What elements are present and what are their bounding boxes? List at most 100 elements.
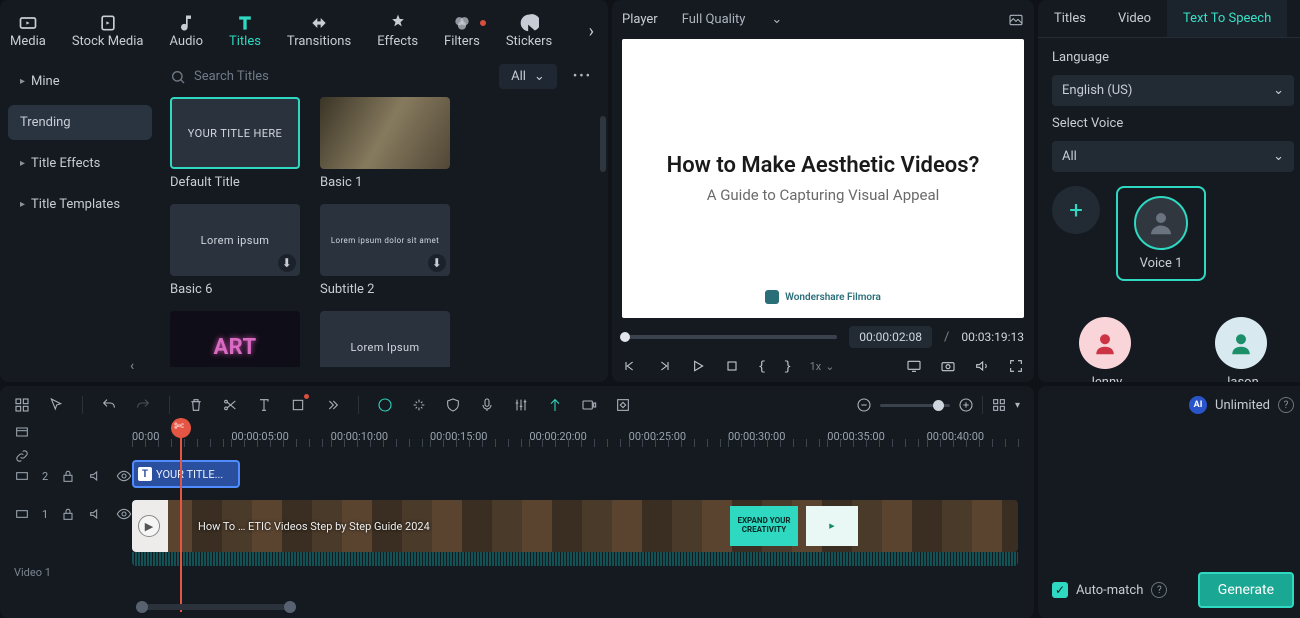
marker-icon[interactable] — [547, 397, 563, 413]
more-tools-icon[interactable] — [324, 397, 340, 413]
voice-item-jason[interactable]: Jason — [1188, 317, 1294, 382]
tab-insp-titles[interactable]: Titles — [1038, 0, 1102, 37]
title-card-basic1[interactable]: Basic 1 — [320, 97, 450, 190]
crop-icon[interactable] — [290, 397, 306, 413]
display-icon[interactable] — [906, 358, 922, 374]
language-dropdown[interactable]: English (US)⌄ — [1052, 75, 1294, 106]
title-card-basic6[interactable]: Lorem ipsum⬇ Basic 6 — [170, 204, 300, 297]
tab-audio[interactable]: Audio — [170, 14, 203, 49]
zoom-slider[interactable] — [880, 404, 950, 407]
tab-insp-video[interactable]: Video — [1102, 0, 1167, 37]
title-card-subtitle2[interactable]: Lorem ipsum dolor sit amet⬇ Subtitle 2 — [320, 204, 450, 297]
add-voice-button[interactable]: + — [1052, 186, 1100, 234]
volume-icon[interactable] — [974, 358, 990, 374]
title-card-default[interactable]: YOUR TITLE HERE Default Title — [170, 97, 300, 190]
track-type-icon[interactable] — [14, 468, 30, 484]
camera-icon[interactable] — [940, 358, 956, 374]
tab-insp-tts[interactable]: Text To Speech — [1167, 0, 1287, 37]
automatch-checkbox[interactable]: ✓ Auto-match ? — [1052, 582, 1167, 598]
tab-stock-media[interactable]: Stock Media — [72, 14, 144, 49]
zoom-out-icon[interactable] — [856, 397, 872, 413]
mic-icon[interactable] — [479, 397, 495, 413]
search-input[interactable]: Search Titles — [170, 69, 489, 85]
sidebar-item-title-effects[interactable]: ▸Title Effects — [8, 146, 152, 181]
sidebar-item-title-templates[interactable]: ▸Title Templates — [8, 187, 152, 222]
tab-transitions-label: Transitions — [287, 34, 351, 49]
tab-titles[interactable]: Titles — [229, 14, 261, 49]
mark-out-icon[interactable]: } — [784, 359, 792, 374]
sparkle-icon[interactable] — [411, 397, 427, 413]
speed-dropdown[interactable]: 1x ⌄ — [810, 360, 835, 373]
generate-button[interactable]: Generate — [1198, 572, 1294, 608]
title-card-art[interactable]: ART — [170, 311, 300, 367]
timeline-ruler[interactable]: 00:00 00:00:05:00 00:00:10:00 00:00:15:0… — [132, 422, 1026, 450]
filter-dropdown[interactable]: All⌄ — [499, 64, 557, 89]
render-icon[interactable] — [581, 397, 597, 413]
avatar-icon — [1134, 196, 1188, 250]
tab-stickers[interactable]: Stickers — [506, 14, 552, 49]
collapse-sidebar-icon[interactable]: ‹ — [130, 358, 134, 374]
lock-icon[interactable] — [60, 468, 76, 484]
pointer-icon[interactable] — [48, 397, 64, 413]
titles-grid: YOUR TITLE HERE Default Title Basic 1 Lo… — [170, 97, 598, 367]
voice-card-selected[interactable]: Voice 1 — [1116, 186, 1206, 281]
redo-icon[interactable] — [135, 397, 151, 413]
split-icon[interactable] — [222, 397, 238, 413]
download-icon[interactable]: ⬇ — [428, 254, 446, 272]
tab-effects[interactable]: Effects — [377, 14, 418, 49]
snapshot-icon[interactable] — [1008, 12, 1024, 28]
text-tool-icon[interactable] — [256, 397, 272, 413]
grid-view-icon[interactable] — [991, 397, 1007, 413]
undo-icon[interactable] — [101, 397, 117, 413]
tab-filters[interactable]: Filters — [444, 14, 480, 49]
shield-icon[interactable] — [445, 397, 461, 413]
preview-canvas[interactable]: How to Make Aesthetic Videos? A Guide to… — [622, 39, 1024, 318]
more-menu-icon[interactable]: ••• — [567, 69, 598, 84]
prev-frame-icon[interactable] — [622, 358, 638, 374]
layout-icon[interactable] — [14, 397, 30, 413]
zoom-in-icon[interactable] — [958, 397, 974, 413]
keyframe-icon[interactable] — [615, 397, 631, 413]
eye-icon[interactable] — [116, 506, 132, 522]
clip-title[interactable]: T YOUR TITLE... — [132, 460, 240, 488]
transitions-icon — [308, 14, 330, 32]
track-type-icon[interactable] — [14, 506, 30, 522]
mark-in-icon[interactable]: { — [758, 359, 766, 374]
voice-item-jenny[interactable]: Jenny — [1052, 317, 1158, 382]
help-icon[interactable]: ? — [1278, 397, 1294, 413]
chevron-down-icon: ⌄ — [1273, 149, 1284, 164]
voice-jason-label: Jason — [1223, 375, 1259, 382]
mixer-icon[interactable] — [513, 397, 529, 413]
tab-media[interactable]: Media — [10, 14, 46, 49]
quality-dropdown[interactable]: Full Quality⌄ — [672, 8, 793, 31]
clip-play-icon: ▶ — [138, 515, 160, 537]
ai-icon[interactable] — [377, 397, 393, 413]
clip-video[interactable]: ▶ How To … ETIC Videos Step by Step Guid… — [132, 500, 1018, 552]
download-icon[interactable]: ⬇ — [278, 254, 296, 272]
timeline-scrollbar[interactable] — [136, 604, 296, 610]
fullscreen-icon[interactable] — [1008, 358, 1024, 374]
voice-filter-dropdown[interactable]: All⌄ — [1052, 141, 1294, 172]
delete-icon[interactable] — [188, 397, 204, 413]
tab-transitions[interactable]: Transitions — [287, 14, 351, 49]
player-scrubber[interactable] — [622, 335, 837, 339]
chevron-right-icon[interactable]: › — [585, 17, 598, 46]
library-sidebar: ▸Mine Trending ▸Title Effects ▸Title Tem… — [0, 56, 160, 382]
sidebar-mine-label: Mine — [31, 74, 60, 89]
sidebar-item-trending[interactable]: Trending — [8, 105, 152, 140]
mute-icon[interactable] — [88, 506, 104, 522]
lock-icon[interactable] — [60, 506, 76, 522]
sidebar-item-mine[interactable]: ▸Mine — [8, 64, 152, 99]
title-card-lorem[interactable]: Lorem Ipsum — [320, 311, 450, 367]
chevron-down-icon[interactable]: ▾ — [1015, 400, 1020, 411]
play-icon[interactable] — [690, 358, 706, 374]
help-icon[interactable]: ? — [1151, 582, 1167, 598]
track-head: 2 — [8, 468, 132, 484]
stop-icon[interactable] — [724, 358, 740, 374]
eye-icon[interactable] — [116, 468, 132, 484]
next-frame-icon[interactable] — [656, 358, 672, 374]
checkbox-checked-icon: ✓ — [1052, 582, 1068, 598]
track-add-icon[interactable] — [14, 424, 30, 440]
mute-icon[interactable] — [88, 468, 104, 484]
library-scrollbar[interactable] — [600, 116, 606, 172]
